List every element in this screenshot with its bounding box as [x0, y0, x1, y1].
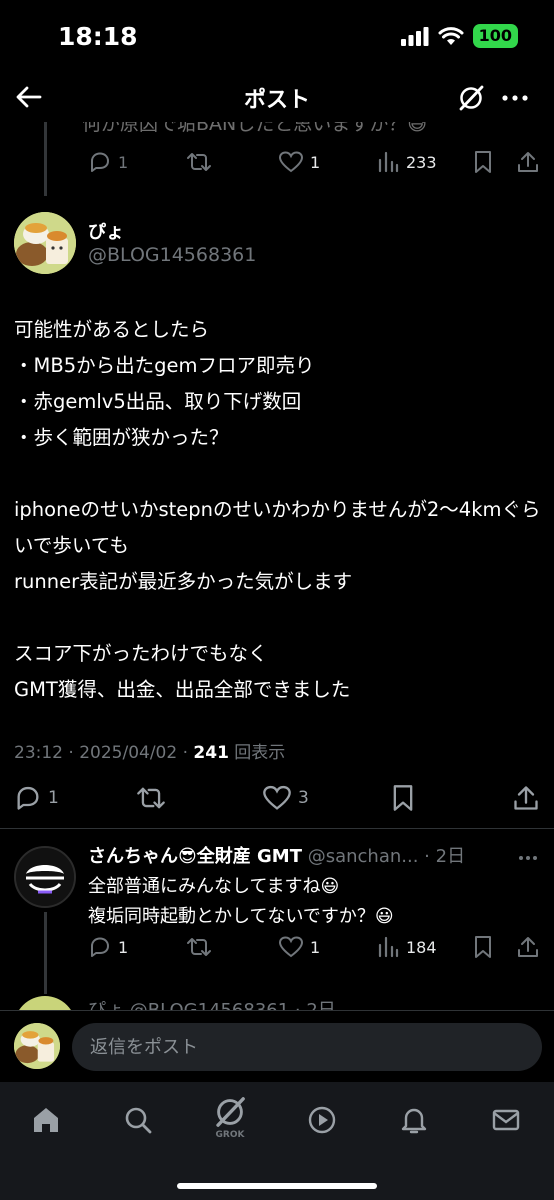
reply-count: 1: [118, 152, 129, 172]
share-icon: [514, 786, 538, 810]
bookmark-button[interactable]: [472, 935, 494, 959]
reply-header: さんちゃん😎全財産 GMT @sanchan... · 2日: [88, 842, 465, 868]
avatar[interactable]: [14, 212, 76, 274]
avatar-illustration: [14, 1023, 60, 1069]
status-time: 18:18: [58, 22, 138, 51]
like-count: 1: [310, 937, 321, 957]
like-button[interactable]: 1: [278, 935, 320, 959]
more-options-icon[interactable]: [516, 846, 540, 870]
next-reply-header: ぴょ @BLOG14568361 · 2日: [88, 996, 336, 1010]
avatar[interactable]: [14, 996, 76, 1010]
view-count: 184: [406, 937, 437, 957]
wifi-icon: [438, 27, 464, 45]
bookmark-icon: [475, 151, 491, 173]
like-button[interactable]: 1: [278, 150, 320, 174]
tab-messages[interactable]: [486, 1100, 526, 1140]
reply-icon: [17, 786, 39, 810]
reply-icon: [91, 937, 109, 957]
reply-button[interactable]: 1: [14, 784, 59, 812]
repost-button[interactable]: [136, 784, 166, 812]
heart-icon: [263, 785, 291, 810]
reply-text: 全部普通にみんなしてますね😃 複垢同時起動とかしてないですか？😃: [88, 876, 394, 927]
post-view-count: 241: [193, 743, 229, 763]
repost-icon: [137, 787, 165, 809]
post-text: 可能性があるとしたら ・MB5から出たgemフロア即売り ・赤gemlv5出品、…: [14, 318, 541, 701]
grok-icon: [216, 1097, 245, 1127]
post-timestamp: 23:12 · 2025/04/02 ·: [14, 743, 194, 763]
home-icon: [34, 1108, 58, 1132]
heart-icon: [278, 151, 304, 173]
next-reply-peek[interactable]: ぴょ @BLOG14568361 · 2日: [0, 992, 554, 1010]
tab-grok[interactable]: [210, 1092, 250, 1132]
author-handle[interactable]: @BLOG14568361: [88, 244, 256, 266]
top-navigation-bar: ポスト: [0, 74, 554, 122]
like-button[interactable]: 3: [262, 784, 309, 812]
play-icon: [308, 1106, 336, 1134]
share-icon: [518, 937, 538, 957]
cellular-signal-icon: [400, 27, 429, 46]
post-metadata: 23:12 · 2025/04/02 · 241 回表示: [14, 738, 285, 763]
bookmark-icon: [393, 785, 413, 811]
views-button[interactable]: 184: [376, 935, 437, 959]
post-view-label: 回表示: [228, 743, 286, 763]
views-button[interactable]: 233: [376, 150, 437, 174]
share-icon: [518, 152, 538, 172]
reply-button[interactable]: 1: [88, 150, 128, 174]
tab-video[interactable]: [302, 1100, 342, 1140]
battery-indicator: 100: [472, 24, 518, 48]
thread-connector-line: [44, 912, 47, 994]
views-chart-icon: [378, 936, 399, 958]
tab-notifications[interactable]: [394, 1100, 434, 1140]
bookmark-icon: [475, 936, 491, 958]
search-icon: [125, 1107, 152, 1134]
mail-icon: [492, 1109, 520, 1131]
more-options-icon[interactable]: [500, 83, 530, 113]
repost-icon: [187, 938, 211, 956]
repost-button[interactable]: [186, 150, 212, 174]
reply-composer: [0, 1010, 554, 1082]
reply-count: 1: [118, 937, 129, 957]
status-icons: 100: [400, 24, 518, 48]
share-button[interactable]: [512, 784, 540, 812]
tab-search[interactable]: [118, 1100, 158, 1140]
divider: [0, 828, 554, 829]
tab-home[interactable]: [26, 1100, 66, 1140]
bookmark-button[interactable]: [390, 784, 416, 812]
reply-count: 1: [48, 788, 59, 808]
reply-icon: [91, 152, 109, 172]
grok-icon[interactable]: [456, 83, 486, 113]
avatar-illustration: [16, 848, 74, 906]
home-indicator: [177, 1183, 377, 1189]
bookmark-button[interactable]: [472, 150, 494, 174]
reply-input[interactable]: [72, 1023, 542, 1071]
reply-author-name[interactable]: さんちゃん😎全財産 GMT: [88, 846, 302, 867]
reply-author-handle[interactable]: @sanchan... · 2日: [302, 846, 465, 867]
heart-icon: [278, 936, 304, 958]
avatar-illustration: [14, 212, 76, 274]
author-name[interactable]: ぴょ: [88, 218, 124, 244]
avatar[interactable]: [14, 1023, 60, 1069]
like-count: 1: [310, 152, 321, 172]
share-button[interactable]: [516, 150, 540, 174]
bell-icon: [401, 1108, 427, 1134]
thread-connector-line: [44, 122, 47, 196]
post-author: ぴょ @BLOG14568361: [14, 212, 554, 276]
view-count: 233: [406, 152, 437, 172]
repost-icon: [187, 153, 211, 171]
tab-grok-label: GROK: [215, 1130, 245, 1140]
status-bar: 18:18 100: [0, 0, 554, 74]
like-count: 3: [298, 788, 309, 808]
views-chart-icon: [378, 151, 399, 173]
share-button[interactable]: [516, 935, 540, 959]
repost-button[interactable]: [186, 935, 212, 959]
avatar[interactable]: [14, 846, 76, 908]
reply-button[interactable]: 1: [88, 935, 128, 959]
